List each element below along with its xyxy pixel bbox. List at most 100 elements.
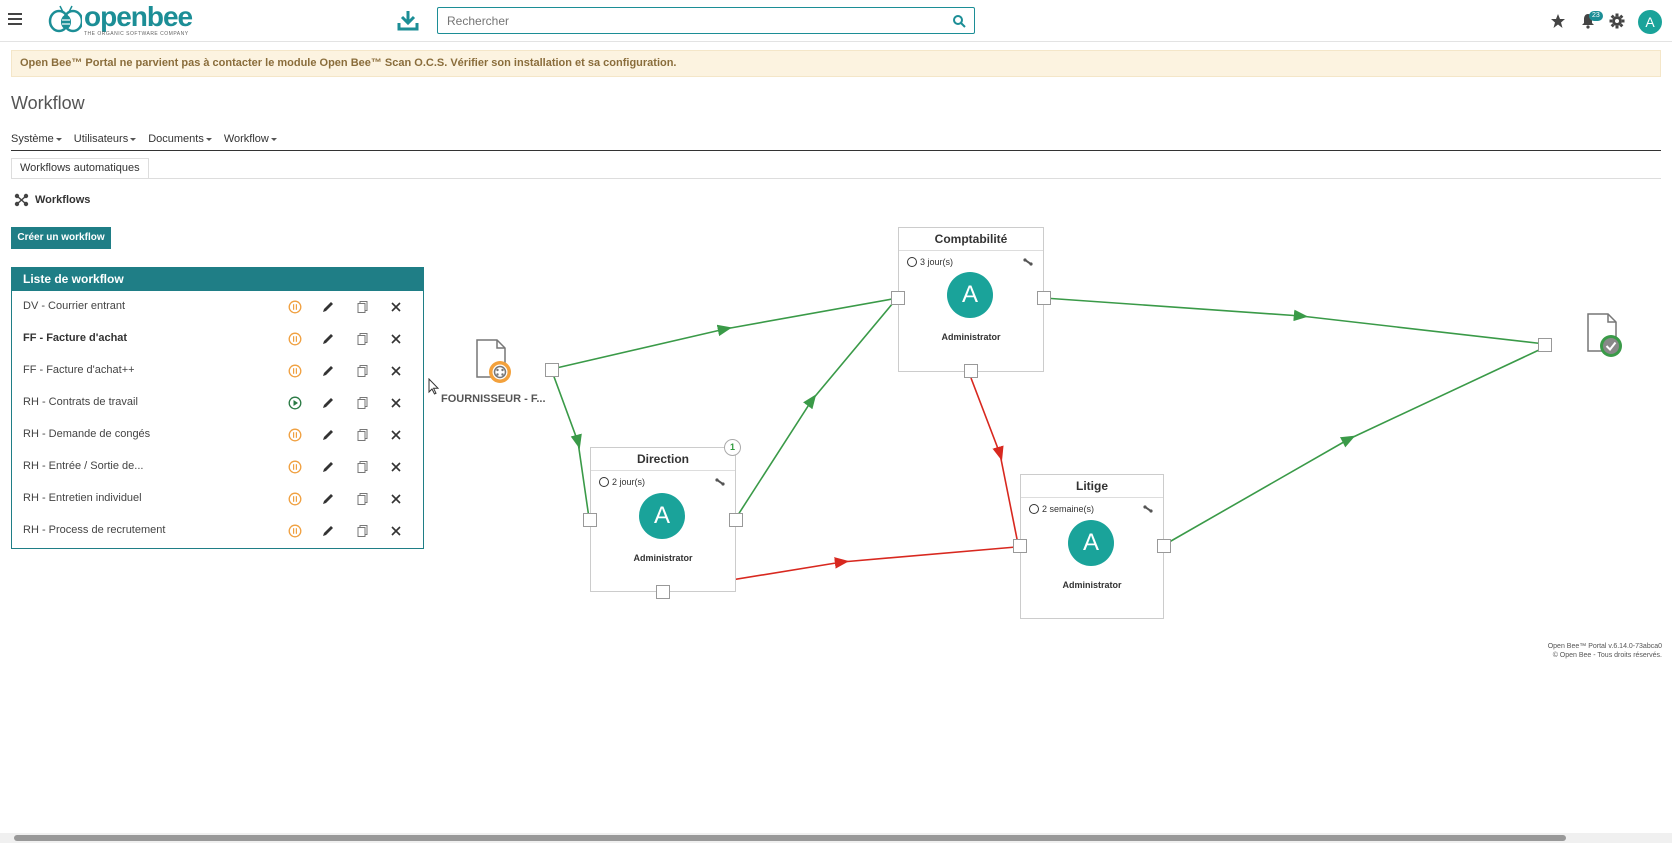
workflow-row[interactable]: RH - Entrée / Sortie de...	[12, 451, 423, 483]
edit-pencil-icon[interactable]	[321, 428, 335, 442]
menu-item-label: Utilisateurs	[73, 133, 129, 145]
menu-item-label: Workflow	[223, 133, 269, 145]
node-direction[interactable]: Direction 2 jour(s) A Administrator	[590, 447, 736, 592]
start-document-icon[interactable]	[475, 339, 515, 385]
edit-pencil-icon[interactable]	[321, 460, 335, 474]
search-icon[interactable]	[952, 14, 966, 28]
duplicate-icon[interactable]	[355, 332, 369, 346]
workflow-row[interactable]: DV - Courrier entrant	[12, 291, 423, 323]
delete-close-icon[interactable]	[389, 300, 403, 314]
edit-pencil-icon[interactable]	[321, 300, 335, 314]
node-duration-label: 3 jour(s)	[920, 257, 954, 267]
create-workflow-button[interactable]: Créer un workflow	[11, 227, 111, 249]
link-icon[interactable]	[715, 477, 725, 487]
delete-close-icon[interactable]	[389, 396, 403, 410]
workflow-name[interactable]: DV - Courrier entrant	[23, 300, 125, 312]
direction-input-port[interactable]	[583, 513, 597, 527]
menu-hamburger-icon[interactable]	[8, 13, 22, 25]
edit-pencil-icon[interactable]	[321, 364, 335, 378]
edge-litige-to-end	[1163, 349, 1540, 546]
workflow-name[interactable]: RH - Demande de congés	[23, 428, 150, 440]
edit-pencil-icon[interactable]	[321, 396, 335, 410]
delete-close-icon[interactable]	[389, 332, 403, 346]
node-title: Comptabilité	[899, 228, 1043, 251]
tab-workflows-automatiques[interactable]: Workflows automatiques	[11, 158, 149, 179]
workflow-row[interactable]: RH - Entretien individuel	[12, 483, 423, 515]
direction-reject-port[interactable]	[656, 585, 670, 599]
node-duration: 3 jour(s)	[907, 257, 953, 267]
delete-close-icon[interactable]	[389, 364, 403, 378]
comptabilite-input-port[interactable]	[891, 291, 905, 305]
pause-icon[interactable]	[288, 524, 302, 538]
workflow-row[interactable]: FF - Facture d'achat	[12, 323, 423, 355]
delete-close-icon[interactable]	[389, 492, 403, 506]
duplicate-icon[interactable]	[355, 364, 369, 378]
workflow-name[interactable]: RH - Contrats de travail	[23, 396, 138, 408]
menu-item-label: Système	[11, 133, 54, 145]
logo[interactable]: openbee THE ORGANIC SOFTWARE COMPANY	[48, 3, 193, 38]
node-avatar: A	[639, 493, 685, 539]
workflow-name[interactable]: RH - Process de recrutement	[23, 524, 165, 536]
comptabilite-output-port[interactable]	[1037, 291, 1051, 305]
end-input-port[interactable]	[1538, 338, 1552, 352]
pending-count-badge[interactable]: 1	[724, 439, 741, 456]
duplicate-icon[interactable]	[355, 460, 369, 474]
edge-comptabilite-to-end	[1043, 297, 1546, 345]
pause-icon[interactable]	[288, 364, 302, 378]
direction-output-port[interactable]	[729, 513, 743, 527]
search-input[interactable]	[438, 8, 928, 33]
edge-comptabilite-to-litige	[970, 377, 1019, 545]
node-avatar: A	[947, 272, 993, 318]
duplicate-icon[interactable]	[355, 300, 369, 314]
litige-input-port[interactable]	[1013, 539, 1027, 553]
link-icon[interactable]	[1023, 257, 1033, 267]
workflow-name[interactable]: RH - Entrée / Sortie de...	[23, 460, 143, 472]
edit-pencil-icon[interactable]	[321, 332, 335, 346]
pause-icon[interactable]	[288, 332, 302, 346]
workflow-name[interactable]: FF - Facture d'achat++	[23, 364, 135, 376]
end-document-approved-icon[interactable]	[1586, 313, 1626, 359]
edit-pencil-icon[interactable]	[321, 492, 335, 506]
link-icon[interactable]	[1143, 504, 1153, 514]
menu-item-utilisateurs[interactable]: Utilisateurs	[73, 133, 137, 151]
download-icon[interactable]	[396, 8, 420, 32]
duplicate-icon[interactable]	[355, 396, 369, 410]
edit-pencil-icon[interactable]	[321, 524, 335, 538]
node-litige[interactable]: Litige 2 semaine(s) A Administrator	[1020, 474, 1164, 619]
node-avatar: A	[1068, 520, 1114, 566]
duplicate-icon[interactable]	[355, 428, 369, 442]
pause-icon[interactable]	[288, 428, 302, 442]
warning-alert: Open Bee™ Portal ne parvient pas à conta…	[11, 50, 1661, 77]
gear-icon[interactable]	[1609, 13, 1625, 29]
duplicate-icon[interactable]	[355, 492, 369, 506]
top-bar: openbee THE ORGANIC SOFTWARE COMPANY 23	[0, 0, 1672, 42]
menu-item-systeme[interactable]: Système	[11, 133, 62, 151]
user-avatar[interactable]: A	[1638, 10, 1662, 34]
caret-down-icon	[55, 137, 62, 141]
section-header: Workflows	[14, 193, 90, 207]
workflow-row[interactable]: RH - Demande de congés	[12, 419, 423, 451]
menu-item-workflow[interactable]: Workflow	[224, 133, 277, 151]
duplicate-icon[interactable]	[355, 524, 369, 538]
pause-icon[interactable]	[288, 460, 302, 474]
star-icon[interactable]	[1550, 13, 1566, 29]
litige-output-port[interactable]	[1157, 539, 1171, 553]
pause-icon[interactable]	[288, 492, 302, 506]
play-icon[interactable]	[288, 396, 302, 410]
delete-close-icon[interactable]	[389, 524, 403, 538]
notification-count-badge: 23	[1589, 11, 1603, 21]
delete-close-icon[interactable]	[389, 460, 403, 474]
workflow-row[interactable]: RH - Process de recrutement	[12, 515, 423, 547]
scrollbar-thumb[interactable]	[14, 835, 1566, 841]
pause-icon[interactable]	[288, 300, 302, 314]
workflow-row[interactable]: FF - Facture d'achat++	[12, 355, 423, 387]
workflow-name[interactable]: FF - Facture d'achat	[23, 332, 127, 344]
comptabilite-reject-port[interactable]	[964, 364, 978, 378]
workflow-name[interactable]: RH - Entretien individuel	[23, 492, 142, 504]
workflow-row[interactable]: RH - Contrats de travail	[12, 387, 423, 419]
node-title: Litige	[1021, 475, 1163, 498]
delete-close-icon[interactable]	[389, 428, 403, 442]
node-comptabilite[interactable]: Comptabilité 3 jour(s) A Administrator	[898, 227, 1044, 372]
menu-item-documents[interactable]: Documents	[148, 133, 212, 151]
start-output-port[interactable]	[545, 363, 559, 377]
